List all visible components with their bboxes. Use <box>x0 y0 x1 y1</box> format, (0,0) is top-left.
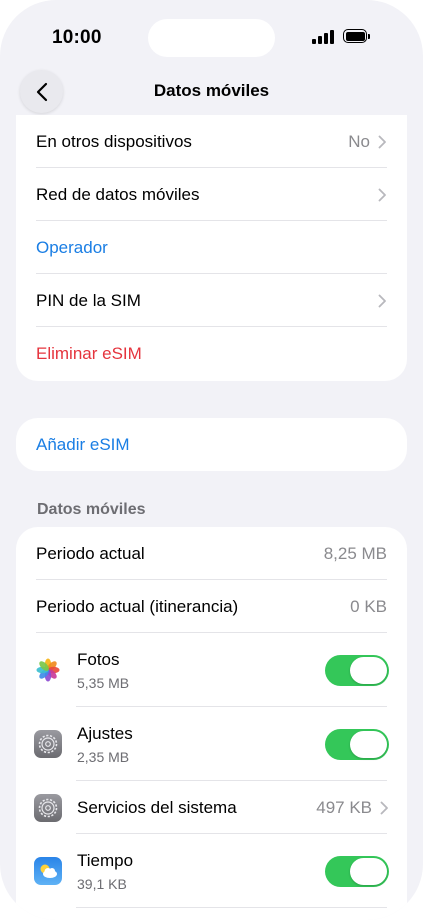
row-label: Red de datos móviles <box>36 184 200 204</box>
section-header: Datos móviles <box>37 501 146 518</box>
app-name: Ajustes <box>77 723 133 743</box>
signal-icon <box>312 30 338 44</box>
row-label: Periodo actual <box>36 543 145 563</box>
chevron-right-icon <box>378 188 386 201</box>
add-esim-button[interactable]: Añadir eSIM <box>16 418 407 471</box>
app-row-system-services[interactable]: Servicios del sistema 497 KB <box>16 781 407 834</box>
row-value: No <box>348 131 370 151</box>
app-name: Servicios del sistema <box>77 797 237 817</box>
settings-icon <box>34 793 62 822</box>
sim-settings-card: En otros dispositivos No Red de datos mó… <box>16 115 407 381</box>
add-esim-card: Añadir eSIM <box>16 418 407 471</box>
settings-icon <box>34 730 62 758</box>
app-usage: 2,35 MB <box>77 748 130 765</box>
row-label: En otros dispositivos <box>36 131 192 151</box>
current-period-row: Periodo actual 8,25 MB <box>16 527 407 580</box>
weather-toggle[interactable] <box>325 855 389 887</box>
app-row-photos: Fotos 5,35 MB <box>16 633 407 707</box>
carrier-link[interactable]: Operador <box>16 221 407 274</box>
row-label: Añadir eSIM <box>36 434 130 454</box>
weather-icon <box>34 857 62 885</box>
phone-screen: 10:00 Datos móviles En otros dispositivo… <box>0 0 423 920</box>
app-name: Tiempo <box>77 850 134 870</box>
row-label: PIN de la SIM <box>36 290 141 310</box>
row-label: Periodo actual (itinerancia) <box>36 596 239 616</box>
photos-icon <box>34 656 62 684</box>
row-label: Eliminar eSIM <box>36 343 142 363</box>
row-value: 8,25 MB <box>323 543 387 563</box>
chevron-right-icon <box>378 135 386 148</box>
dynamic-island <box>148 19 275 57</box>
usage-card: Periodo actual 8,25 MB Periodo actual (i… <box>16 527 407 920</box>
delete-esim-button[interactable]: Eliminar eSIM <box>16 327 407 380</box>
status-time: 10:00 <box>52 27 102 48</box>
row-value: 0 KB <box>350 596 387 616</box>
app-usage: 5,35 MB <box>77 674 130 691</box>
sim-pin-row[interactable]: PIN de la SIM <box>16 274 407 327</box>
chevron-right-icon <box>380 801 388 814</box>
battery-icon <box>343 29 367 43</box>
row-value: 497 KB <box>316 797 372 817</box>
app-usage: 39,1 KB <box>77 875 127 892</box>
app-name: Fotos <box>77 649 120 669</box>
chevron-right-icon <box>378 294 386 307</box>
app-row-weather: Tiempo 39,1 KB <box>16 834 407 908</box>
page-title: Datos móviles <box>153 81 270 100</box>
photos-toggle[interactable] <box>325 654 389 686</box>
settings-toggle[interactable] <box>325 728 389 760</box>
app-row-settings: Ajustes 2,35 MB <box>16 707 407 781</box>
cellular-data-network-row[interactable]: Red de datos móviles <box>16 168 407 221</box>
other-devices-row[interactable]: En otros dispositivos No <box>16 115 407 168</box>
roaming-period-row: Periodo actual (itinerancia) 0 KB <box>16 580 407 633</box>
row-label: Operador <box>36 237 108 257</box>
battery-cap <box>368 34 370 39</box>
